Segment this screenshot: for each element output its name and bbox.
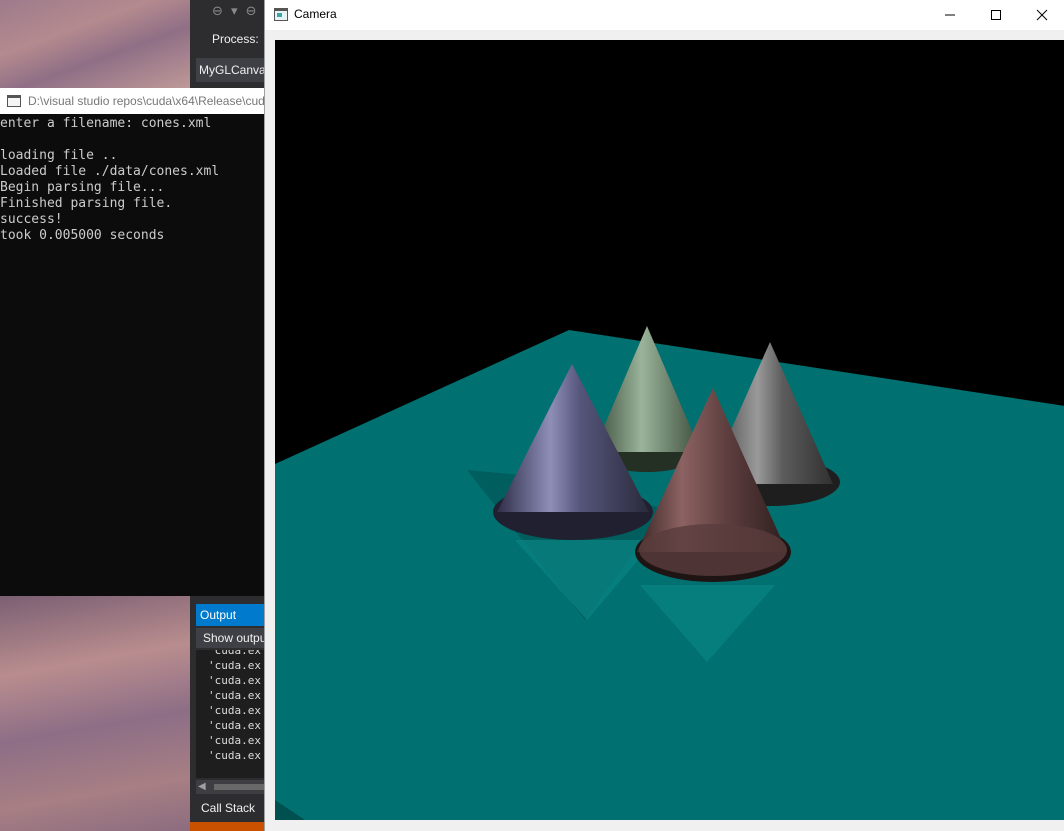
- camera-window[interactable]: Camera: [264, 0, 1064, 831]
- console-line: enter a filename: cones.xml: [0, 116, 212, 131]
- desktop-wallpaper-bottom: [0, 596, 190, 831]
- output-line: 'cuda.ex: [208, 689, 261, 702]
- maximize-button[interactable]: [973, 0, 1019, 30]
- console-app-icon: [7, 95, 21, 107]
- output-line: 'cuda.ex: [208, 650, 261, 657]
- console-line: loading file ..: [0, 148, 118, 163]
- camera-app-icon: [274, 8, 288, 21]
- close-button[interactable]: [1019, 0, 1064, 30]
- console-titlebar[interactable]: D:\visual studio repos\cuda\x64\Release\…: [0, 88, 294, 114]
- output-line: 'cuda.ex: [208, 719, 261, 732]
- console-line: took 0.005000 seconds: [0, 228, 165, 243]
- scrollbar-thumb[interactable]: [214, 784, 264, 790]
- output-line: 'cuda.ex: [208, 749, 261, 762]
- camera-title: Camera: [294, 7, 337, 21]
- process-label: Process:: [212, 32, 259, 46]
- cone-base-rim: [639, 524, 787, 576]
- vs-toolbar: ⊖ ▾ ⊖: [190, 0, 270, 28]
- console-window[interactable]: D:\visual studio repos\cuda\x64\Release\…: [0, 88, 294, 596]
- console-output[interactable]: enter a filename: cones.xml loading file…: [0, 116, 266, 596]
- output-line: 'cuda.ex: [208, 704, 261, 717]
- console-line: Finished parsing file.: [0, 196, 173, 211]
- vs-bottom-tab[interactable]: [190, 822, 270, 831]
- navigate-back-icon[interactable]: ⊖ ▾ ⊖: [212, 4, 259, 19]
- output-pane[interactable]: 'cuda.ex 'cuda.ex 'cuda.ex 'cuda.ex 'cud…: [196, 650, 270, 778]
- output-line: 'cuda.ex: [208, 734, 261, 747]
- console-line: Loaded file ./data/cones.xml: [0, 164, 220, 179]
- document-tab[interactable]: MyGLCanvas: [196, 58, 269, 82]
- rendered-scene: [275, 326, 1064, 820]
- maximize-icon: [991, 10, 1001, 20]
- output-horizontal-scrollbar[interactable]: ◀: [196, 780, 270, 794]
- minimize-icon: [945, 14, 955, 16]
- close-icon: [1036, 9, 1048, 21]
- desktop-wallpaper-top: [0, 0, 190, 90]
- console-line: Begin parsing file...: [0, 180, 165, 195]
- camera-titlebar[interactable]: Camera: [265, 0, 1064, 30]
- console-line: success!: [0, 212, 63, 227]
- output-line: 'cuda.ex: [208, 674, 261, 687]
- minimize-button[interactable]: [927, 0, 973, 30]
- gl-canvas[interactable]: [275, 40, 1064, 820]
- scroll-left-icon[interactable]: ◀: [198, 780, 206, 794]
- output-line: 'cuda.ex: [208, 659, 261, 672]
- output-tab[interactable]: Output: [196, 604, 272, 626]
- console-title: D:\visual studio repos\cuda\x64\Release\…: [28, 94, 295, 108]
